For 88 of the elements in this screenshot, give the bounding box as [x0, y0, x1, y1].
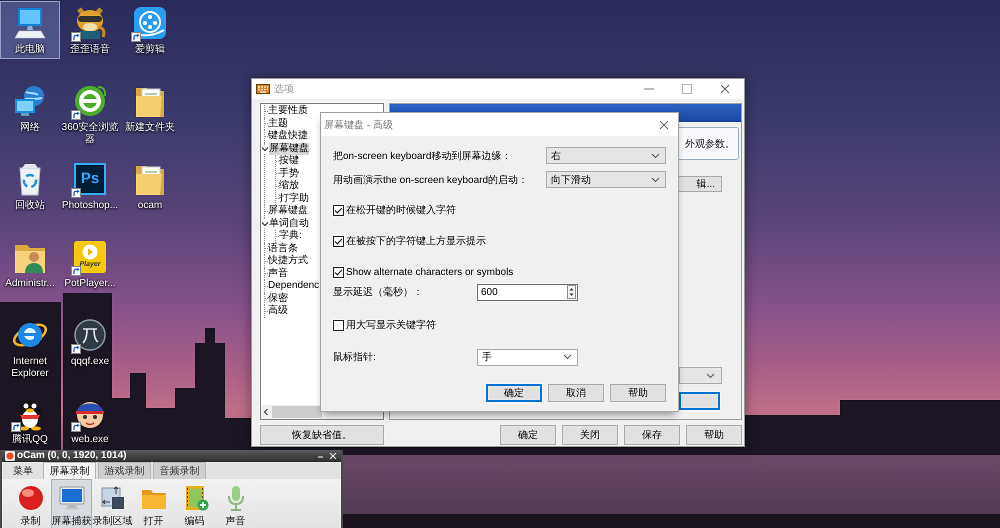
edit-button[interactable]: 辑...: [678, 176, 722, 192]
toolbar-button[interactable]: 打开: [133, 479, 174, 528]
dropdown[interactable]: 右: [546, 147, 666, 164]
desktop-shortcut[interactable]: ocam: [120, 157, 180, 215]
tree-item[interactable]: 屏幕键盘: [269, 142, 309, 155]
window-title: 选项: [274, 82, 294, 96]
tree-item[interactable]: Dependenc: [268, 280, 320, 292]
checkbox-label: 用大写显示关键字符: [346, 318, 436, 332]
scroll-left-icon[interactable]: [263, 408, 269, 416]
action-button[interactable]: [679, 392, 720, 410]
browser-icon: [72, 83, 108, 119]
tree-item[interactable]: 高级: [268, 305, 288, 318]
toolbar-button[interactable]: 录制: [10, 479, 51, 528]
tree-item[interactable]: 按键: [279, 155, 299, 168]
desktop-shortcut[interactable]: Ps Photoshop...: [60, 157, 120, 215]
record-icon: [16, 484, 44, 512]
tree-item[interactable]: 主要性质: [268, 105, 308, 118]
desktop-shortcut[interactable]: 新建文件夹: [120, 79, 180, 137]
checkbox-label: Show alternate characters or symbols: [346, 266, 514, 278]
chevron-down-icon[interactable]: [261, 220, 269, 228]
desktop-shortcut[interactable]: web.exe: [60, 391, 120, 449]
scrollbar-thumb[interactable]: [272, 406, 322, 418]
toolbar-button[interactable]: 声音: [215, 479, 256, 528]
checkbox-label: 在松开键的时候键入字符: [346, 204, 456, 217]
capture-area-icon: [98, 484, 126, 512]
desktop-shortcut[interactable]: 腾讯QQ: [0, 391, 60, 449]
number-field[interactable]: 600: [477, 284, 578, 300]
setting-label: 用动画演示the on-screen keyboard的启动：: [333, 174, 528, 186]
film-reel-icon: [132, 5, 168, 41]
monitor-icon: [58, 484, 86, 512]
tree-item[interactable]: 手势: [279, 168, 299, 180]
tree-item[interactable]: 屏幕键盘: [268, 205, 308, 218]
tree-item[interactable]: 保密: [268, 292, 288, 305]
setting-label: 显示延迟（毫秒）：: [333, 286, 424, 299]
dialog-button[interactable]: 取消: [548, 384, 604, 402]
emblem-icon: [72, 317, 108, 353]
keyboard-icon: [256, 84, 270, 94]
dropdown[interactable]: 手: [477, 348, 578, 366]
window-title: 屏幕键盘 - 高级: [324, 118, 393, 132]
desktop-shortcut[interactable]: 360安全浏览器: [60, 79, 120, 149]
toolbar-button[interactable]: 编码: [174, 479, 215, 528]
desktop-shortcut[interactable]: 爱剪辑: [120, 1, 180, 59]
description-text: 外观参数。: [685, 138, 735, 150]
tab[interactable]: 屏幕录制: [43, 462, 96, 479]
spin-arrows-icon[interactable]: [567, 285, 576, 299]
dialog-button[interactable]: 关闭: [562, 425, 618, 445]
dialog-button[interactable]: 确定: [486, 384, 542, 402]
menu-button[interactable]: 菜单: [5, 462, 41, 479]
desktop-shortcut[interactable]: 歪歪语音: [60, 1, 120, 59]
dialog-button[interactable]: 帮助: [686, 425, 742, 445]
desktop-shortcut[interactable]: 回收站: [0, 157, 60, 215]
setting-label: 鼠标指针:: [333, 350, 377, 364]
close-icon[interactable]: [659, 120, 669, 130]
checkbox[interactable]: [333, 320, 344, 330]
checkbox[interactable]: [333, 204, 344, 216]
close-icon[interactable]: [720, 84, 730, 94]
restore-defaults-button[interactable]: 恢复缺省值。: [260, 425, 384, 445]
tree-item[interactable]: 打字助: [279, 192, 309, 205]
tree-item[interactable]: 声音: [268, 268, 288, 280]
dropdown[interactable]: 向下滑动: [546, 171, 666, 188]
desktop-shortcut[interactable]: Administr...: [0, 235, 60, 293]
checkbox[interactable]: [333, 236, 344, 246]
checkbox[interactable]: [333, 266, 344, 278]
tree-item[interactable]: 语言条: [268, 242, 298, 255]
desktop-shortcut[interactable]: Internet Explorer: [0, 313, 60, 383]
tab[interactable]: 游戏录制: [98, 462, 151, 479]
play-icon: [82, 244, 98, 260]
chevron-down-icon[interactable]: [261, 144, 269, 153]
dialog-button[interactable]: 帮助: [610, 384, 666, 402]
dialog-button[interactable]: 确定: [500, 425, 556, 445]
setting-label: 把on-screen keyboard移动到屏幕边缘：: [333, 150, 512, 162]
dialog-button[interactable]: 保存: [624, 425, 680, 445]
tree-item[interactable]: 字典:: [279, 230, 302, 242]
tree-item[interactable]: 单词自动: [269, 218, 309, 230]
desktop-shortcut[interactable]: 网络: [0, 79, 60, 137]
desktop-shortcut[interactable]: 此电脑: [0, 1, 60, 59]
tree-item[interactable]: 键盘快捷: [268, 130, 308, 142]
tree-item[interactable]: 缩放: [279, 180, 299, 192]
computer-icon: [12, 5, 48, 41]
app-logo: Ps: [74, 163, 106, 195]
checkbox-label: 在被按下的字符键上方显示提示: [346, 234, 486, 248]
tree-item[interactable]: 主题: [268, 118, 288, 130]
desktop-shortcut[interactable]: qqqf.exe: [60, 313, 120, 371]
window-title: oCam (0, 0, 1920, 1014): [17, 450, 127, 462]
toolbar-button[interactable]: 屏幕捕获: [51, 479, 92, 528]
toolbar-button[interactable]: 录制区域: [92, 479, 133, 528]
tab[interactable]: 音频录制: [153, 462, 206, 479]
tree-item[interactable]: 快捷方式: [268, 255, 308, 268]
